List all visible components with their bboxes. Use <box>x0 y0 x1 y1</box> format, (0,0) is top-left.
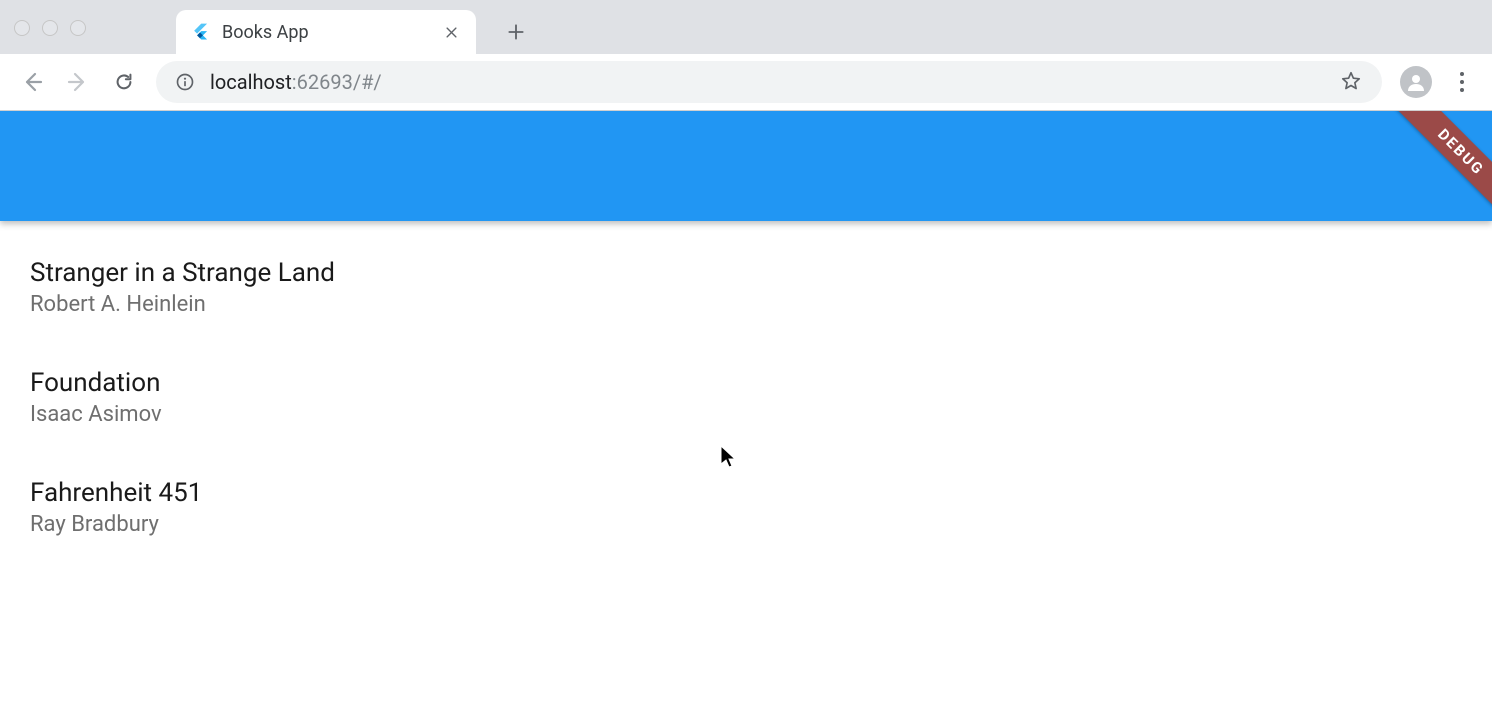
url-port-path: :62693/#/ <box>292 70 382 94</box>
kebab-menu-icon[interactable] <box>1450 70 1474 94</box>
browser-toolbar: localhost:62693/#/ <box>0 54 1492 110</box>
address-bar[interactable]: localhost:62693/#/ <box>156 61 1382 103</box>
profile-avatar-icon[interactable] <box>1400 66 1432 98</box>
book-title: Stranger in a Strange Land <box>30 257 1462 290</box>
app-bar <box>0 111 1492 221</box>
forward-button[interactable] <box>64 68 92 96</box>
browser-chrome: Books App localhost:62693/#/ <box>0 0 1492 111</box>
url-host: localhost <box>210 70 292 94</box>
app-viewport: DEBUG Stranger in a Strange Land Robert … <box>0 111 1492 588</box>
window-traffic-lights <box>14 20 86 36</box>
book-author: Ray Bradbury <box>30 510 1462 540</box>
book-list: Stranger in a Strange Land Robert A. Hei… <box>0 221 1492 588</box>
window-maximize-button[interactable] <box>70 20 86 36</box>
flutter-icon <box>190 22 210 42</box>
reload-button[interactable] <box>110 68 138 96</box>
window-close-button[interactable] <box>14 20 30 36</box>
book-title: Fahrenheit 451 <box>30 477 1462 510</box>
new-tab-button[interactable] <box>496 12 536 52</box>
list-item[interactable]: Foundation Isaac Asimov <box>30 349 1462 459</box>
book-author: Isaac Asimov <box>30 400 1462 430</box>
tab-close-button[interactable] <box>442 23 460 41</box>
tab-title: Books App <box>222 22 430 43</box>
browser-tab[interactable]: Books App <box>176 10 476 54</box>
url-text: localhost:62693/#/ <box>210 70 1326 94</box>
back-button[interactable] <box>18 68 46 96</box>
window-minimize-button[interactable] <box>42 20 58 36</box>
list-item[interactable]: Stranger in a Strange Land Robert A. Hei… <box>30 239 1462 349</box>
book-author: Robert A. Heinlein <box>30 290 1462 320</box>
bookmark-star-icon[interactable] <box>1340 70 1364 94</box>
book-title: Foundation <box>30 367 1462 400</box>
list-item[interactable]: Fahrenheit 451 Ray Bradbury <box>30 459 1462 569</box>
site-info-icon[interactable] <box>174 71 196 93</box>
tab-strip: Books App <box>0 0 1492 54</box>
